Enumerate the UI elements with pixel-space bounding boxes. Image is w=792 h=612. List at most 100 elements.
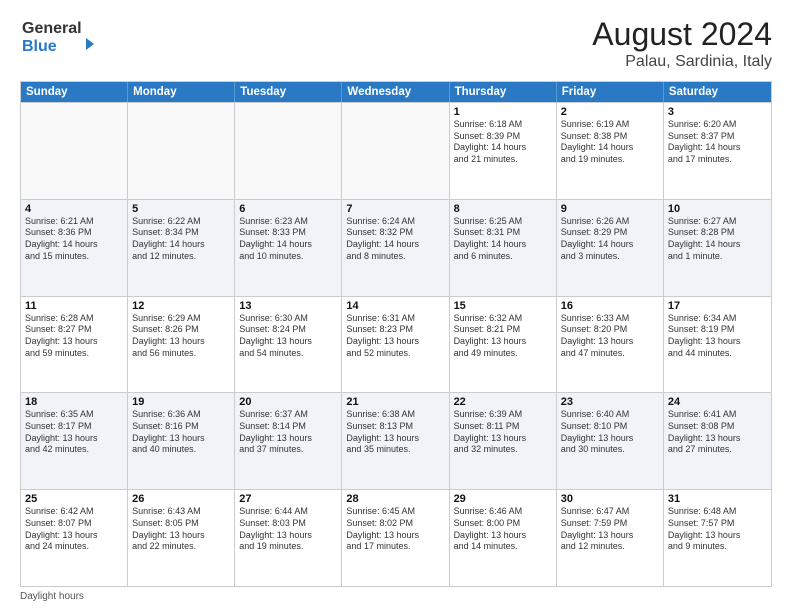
header-day-tuesday: Tuesday (235, 82, 342, 102)
day-cell-29: 29Sunrise: 6:46 AMSunset: 8:00 PMDayligh… (450, 490, 557, 586)
day-info: Sunrise: 6:19 AMSunset: 8:38 PMDaylight:… (561, 119, 659, 166)
logo-svg: GeneralBlue (20, 16, 100, 56)
day-cell-24: 24Sunrise: 6:41 AMSunset: 8:08 PMDayligh… (664, 393, 771, 489)
day-cell-13: 13Sunrise: 6:30 AMSunset: 8:24 PMDayligh… (235, 297, 342, 393)
day-number: 13 (239, 300, 337, 312)
day-number: 7 (346, 203, 444, 215)
day-info: Sunrise: 6:24 AMSunset: 8:32 PMDaylight:… (346, 216, 444, 263)
header-day-thursday: Thursday (450, 82, 557, 102)
day-number: 1 (454, 106, 552, 118)
calendar-body: 1Sunrise: 6:18 AMSunset: 8:39 PMDaylight… (21, 102, 771, 586)
day-cell-27: 27Sunrise: 6:44 AMSunset: 8:03 PMDayligh… (235, 490, 342, 586)
svg-text:General: General (22, 20, 82, 37)
day-info: Sunrise: 6:41 AMSunset: 8:08 PMDaylight:… (668, 409, 767, 456)
day-number: 15 (454, 300, 552, 312)
page: GeneralBlue August 2024 Palau, Sardinia,… (0, 0, 792, 612)
day-info: Sunrise: 6:47 AMSunset: 7:59 PMDaylight:… (561, 506, 659, 553)
day-info: Sunrise: 6:32 AMSunset: 8:21 PMDaylight:… (454, 313, 552, 360)
day-cell-4: 4Sunrise: 6:21 AMSunset: 8:36 PMDaylight… (21, 200, 128, 296)
day-cell-2: 2Sunrise: 6:19 AMSunset: 8:38 PMDaylight… (557, 103, 664, 199)
day-number: 21 (346, 396, 444, 408)
header-day-sunday: Sunday (21, 82, 128, 102)
week-row-4: 18Sunrise: 6:35 AMSunset: 8:17 PMDayligh… (21, 392, 771, 489)
day-cell-31: 31Sunrise: 6:48 AMSunset: 7:57 PMDayligh… (664, 490, 771, 586)
calendar: SundayMondayTuesdayWednesdayThursdayFrid… (20, 81, 772, 587)
day-cell-17: 17Sunrise: 6:34 AMSunset: 8:19 PMDayligh… (664, 297, 771, 393)
day-cell-23: 23Sunrise: 6:40 AMSunset: 8:10 PMDayligh… (557, 393, 664, 489)
day-cell-1: 1Sunrise: 6:18 AMSunset: 8:39 PMDaylight… (450, 103, 557, 199)
day-info: Sunrise: 6:40 AMSunset: 8:10 PMDaylight:… (561, 409, 659, 456)
day-number: 10 (668, 203, 767, 215)
day-cell-18: 18Sunrise: 6:35 AMSunset: 8:17 PMDayligh… (21, 393, 128, 489)
day-info: Sunrise: 6:33 AMSunset: 8:20 PMDaylight:… (561, 313, 659, 360)
empty-cell-0-2 (235, 103, 342, 199)
day-info: Sunrise: 6:36 AMSunset: 8:16 PMDaylight:… (132, 409, 230, 456)
day-cell-25: 25Sunrise: 6:42 AMSunset: 8:07 PMDayligh… (21, 490, 128, 586)
footer-note: Daylight hours (20, 591, 772, 602)
day-info: Sunrise: 6:38 AMSunset: 8:13 PMDaylight:… (346, 409, 444, 456)
day-info: Sunrise: 6:29 AMSunset: 8:26 PMDaylight:… (132, 313, 230, 360)
week-row-3: 11Sunrise: 6:28 AMSunset: 8:27 PMDayligh… (21, 296, 771, 393)
day-info: Sunrise: 6:34 AMSunset: 8:19 PMDaylight:… (668, 313, 767, 360)
week-row-1: 1Sunrise: 6:18 AMSunset: 8:39 PMDaylight… (21, 102, 771, 199)
day-number: 30 (561, 493, 659, 505)
day-info: Sunrise: 6:22 AMSunset: 8:34 PMDaylight:… (132, 216, 230, 263)
day-info: Sunrise: 6:21 AMSunset: 8:36 PMDaylight:… (25, 216, 123, 263)
day-cell-14: 14Sunrise: 6:31 AMSunset: 8:23 PMDayligh… (342, 297, 449, 393)
logo: GeneralBlue (20, 16, 100, 56)
day-cell-30: 30Sunrise: 6:47 AMSunset: 7:59 PMDayligh… (557, 490, 664, 586)
day-info: Sunrise: 6:39 AMSunset: 8:11 PMDaylight:… (454, 409, 552, 456)
day-number: 12 (132, 300, 230, 312)
day-number: 8 (454, 203, 552, 215)
header-day-monday: Monday (128, 82, 235, 102)
day-number: 6 (239, 203, 337, 215)
week-row-2: 4Sunrise: 6:21 AMSunset: 8:36 PMDaylight… (21, 199, 771, 296)
day-info: Sunrise: 6:31 AMSunset: 8:23 PMDaylight:… (346, 313, 444, 360)
day-cell-8: 8Sunrise: 6:25 AMSunset: 8:31 PMDaylight… (450, 200, 557, 296)
day-number: 5 (132, 203, 230, 215)
empty-cell-0-1 (128, 103, 235, 199)
day-info: Sunrise: 6:18 AMSunset: 8:39 PMDaylight:… (454, 119, 552, 166)
day-cell-3: 3Sunrise: 6:20 AMSunset: 8:37 PMDaylight… (664, 103, 771, 199)
day-cell-28: 28Sunrise: 6:45 AMSunset: 8:02 PMDayligh… (342, 490, 449, 586)
day-info: Sunrise: 6:42 AMSunset: 8:07 PMDaylight:… (25, 506, 123, 553)
day-number: 14 (346, 300, 444, 312)
empty-cell-0-0 (21, 103, 128, 199)
day-info: Sunrise: 6:30 AMSunset: 8:24 PMDaylight:… (239, 313, 337, 360)
day-info: Sunrise: 6:37 AMSunset: 8:14 PMDaylight:… (239, 409, 337, 456)
day-number: 16 (561, 300, 659, 312)
header-day-saturday: Saturday (664, 82, 771, 102)
day-cell-9: 9Sunrise: 6:26 AMSunset: 8:29 PMDaylight… (557, 200, 664, 296)
day-cell-12: 12Sunrise: 6:29 AMSunset: 8:26 PMDayligh… (128, 297, 235, 393)
week-row-5: 25Sunrise: 6:42 AMSunset: 8:07 PMDayligh… (21, 489, 771, 586)
month-title: August 2024 (592, 16, 772, 53)
location-title: Palau, Sardinia, Italy (592, 53, 772, 71)
svg-text:Blue: Blue (22, 38, 57, 55)
header-day-wednesday: Wednesday (342, 82, 449, 102)
day-number: 29 (454, 493, 552, 505)
day-number: 24 (668, 396, 767, 408)
day-info: Sunrise: 6:27 AMSunset: 8:28 PMDaylight:… (668, 216, 767, 263)
day-cell-15: 15Sunrise: 6:32 AMSunset: 8:21 PMDayligh… (450, 297, 557, 393)
day-info: Sunrise: 6:20 AMSunset: 8:37 PMDaylight:… (668, 119, 767, 166)
header-day-friday: Friday (557, 82, 664, 102)
day-number: 18 (25, 396, 123, 408)
day-number: 19 (132, 396, 230, 408)
day-number: 11 (25, 300, 123, 312)
day-info: Sunrise: 6:46 AMSunset: 8:00 PMDaylight:… (454, 506, 552, 553)
day-cell-19: 19Sunrise: 6:36 AMSunset: 8:16 PMDayligh… (128, 393, 235, 489)
day-number: 27 (239, 493, 337, 505)
day-info: Sunrise: 6:26 AMSunset: 8:29 PMDaylight:… (561, 216, 659, 263)
day-cell-7: 7Sunrise: 6:24 AMSunset: 8:32 PMDaylight… (342, 200, 449, 296)
day-number: 28 (346, 493, 444, 505)
day-info: Sunrise: 6:45 AMSunset: 8:02 PMDaylight:… (346, 506, 444, 553)
calendar-header: SundayMondayTuesdayWednesdayThursdayFrid… (21, 82, 771, 102)
day-info: Sunrise: 6:25 AMSunset: 8:31 PMDaylight:… (454, 216, 552, 263)
day-number: 20 (239, 396, 337, 408)
day-number: 26 (132, 493, 230, 505)
day-cell-5: 5Sunrise: 6:22 AMSunset: 8:34 PMDaylight… (128, 200, 235, 296)
day-info: Sunrise: 6:35 AMSunset: 8:17 PMDaylight:… (25, 409, 123, 456)
day-info: Sunrise: 6:48 AMSunset: 7:57 PMDaylight:… (668, 506, 767, 553)
day-cell-6: 6Sunrise: 6:23 AMSunset: 8:33 PMDaylight… (235, 200, 342, 296)
day-number: 25 (25, 493, 123, 505)
